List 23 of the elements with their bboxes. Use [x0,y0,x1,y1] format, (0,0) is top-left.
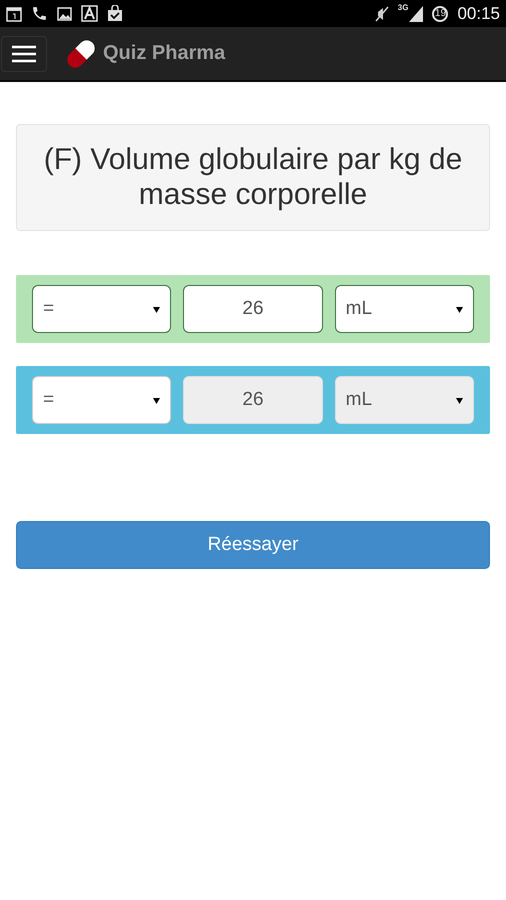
signal-icon [409,6,424,22]
menu-icon [12,44,36,62]
network-type: 3G [398,3,408,12]
caret-icon [153,396,160,404]
menu-button[interactable] [1,36,47,72]
unit-select[interactable]: mL [334,285,474,333]
operator-select[interactable]: = [32,376,172,424]
shopping-bag-icon [107,5,123,22]
font-icon [81,5,98,22]
amount-field[interactable]: 26 [183,285,323,333]
battery-indicator: 19 [432,6,448,22]
app-title: Quiz Pharma [103,42,226,65]
phone-icon [31,5,48,22]
caret-icon [456,396,463,404]
calendar-icon [6,6,22,22]
question-card: (F) Volume globulaire par kg de masse corporelle [16,124,490,231]
muted-icon [374,6,389,22]
image-icon [57,6,72,20]
retry-button[interactable]: Réessayer [16,521,490,569]
caret-icon [456,306,463,312]
clock: 00:15 [457,4,500,24]
caret-icon [153,306,160,312]
operator-select[interactable]: = [32,285,172,333]
